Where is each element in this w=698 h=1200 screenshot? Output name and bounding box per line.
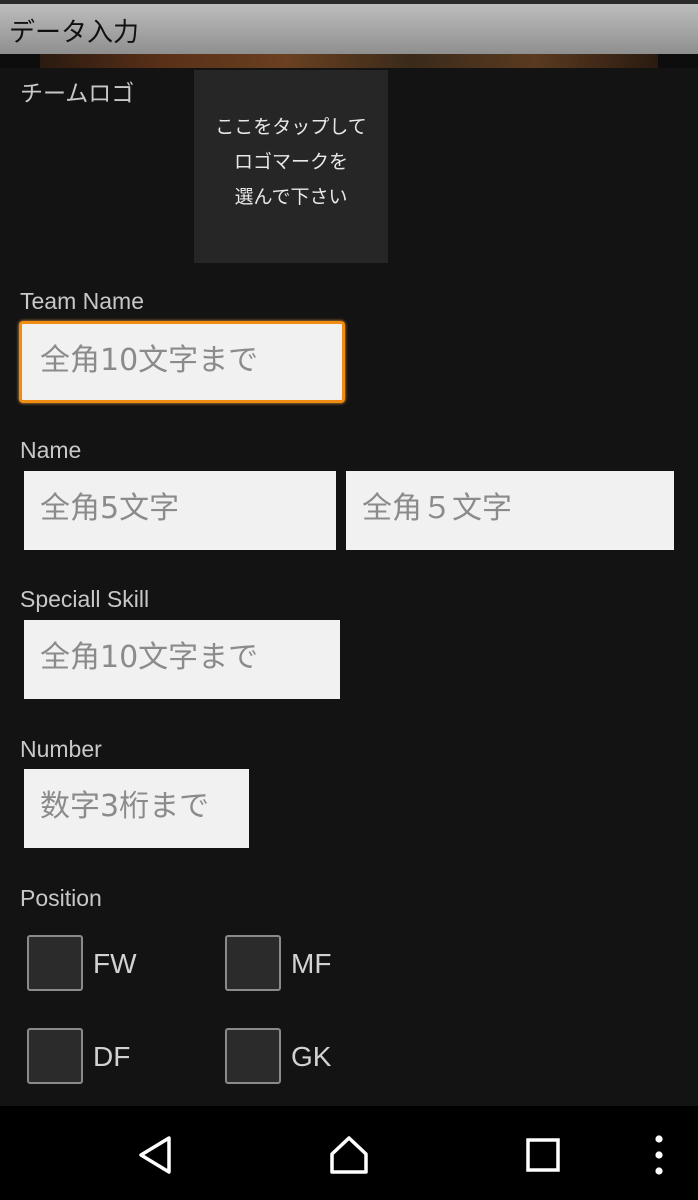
logo-hint-line: ロゴマークを (233, 151, 348, 173)
logo-hint-line: ここをタップして (215, 116, 367, 138)
app-title: データ入力 (9, 18, 140, 48)
back-icon[interactable] (133, 1133, 177, 1177)
recents-icon[interactable] (521, 1133, 565, 1177)
team-logo-picker[interactable]: ここをタップして ロゴマークを 選んで下さい (194, 70, 388, 263)
fw-checkbox-label[interactable]: FW (93, 948, 137, 980)
team-name-input[interactable]: 全角10文字まで (19, 321, 345, 403)
header-banner-image (40, 54, 658, 68)
number-label: Number (20, 736, 102, 762)
mf-checkbox[interactable] (225, 935, 281, 991)
gk-checkbox-label[interactable]: GK (291, 1041, 331, 1073)
team-logo-label: チームロゴ (20, 80, 135, 106)
logo-hint-line: 選んで下さい (234, 186, 348, 208)
special-skill-input[interactable]: 全角10文字まで (24, 620, 340, 699)
action-bar: データ入力 (0, 0, 698, 54)
overflow-menu-icon[interactable] (637, 1133, 681, 1177)
df-checkbox[interactable] (27, 1028, 83, 1084)
gk-checkbox[interactable] (225, 1028, 281, 1084)
form-content[interactable]: チームロゴ ここをタップして ロゴマークを 選んで下さい Team Name 全… (0, 68, 698, 1106)
number-input[interactable]: 数字3桁まで (24, 769, 249, 848)
special-skill-label: Speciall Skill (20, 586, 150, 612)
name-label: Name (20, 437, 82, 463)
df-checkbox-label[interactable]: DF (93, 1041, 130, 1073)
home-icon[interactable] (327, 1133, 371, 1177)
first-name-input[interactable]: 全角5文字 (24, 471, 336, 550)
team-name-label: Team Name (20, 288, 144, 314)
position-label: Position (20, 885, 102, 911)
fw-checkbox[interactable] (27, 935, 83, 991)
last-name-input[interactable]: 全角５文字 (346, 471, 674, 550)
mf-checkbox-label[interactable]: MF (291, 948, 331, 980)
system-navigation-bar (0, 1106, 698, 1200)
